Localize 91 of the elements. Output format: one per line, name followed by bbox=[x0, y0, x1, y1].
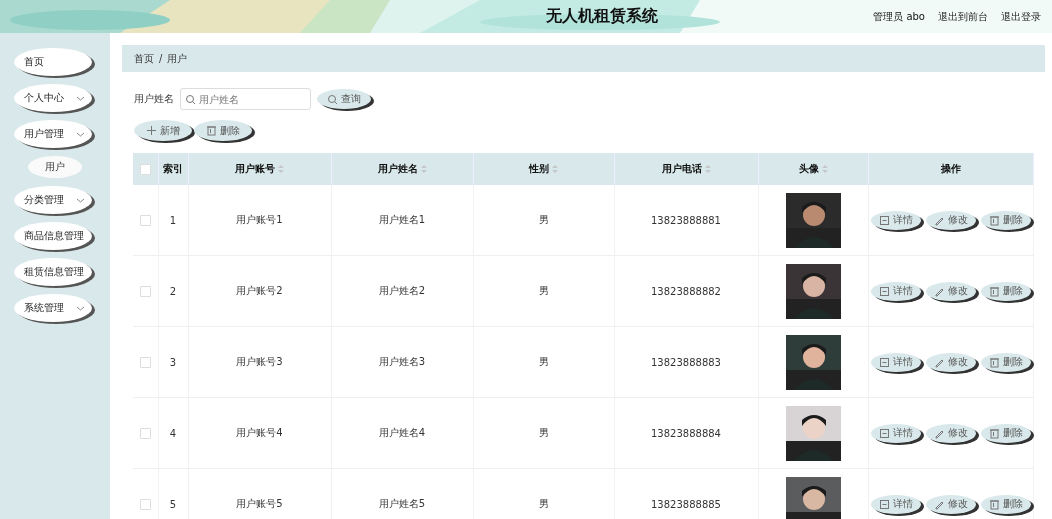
table-cell: 男 bbox=[538, 356, 549, 367]
table-cell: 13823888882 bbox=[651, 285, 721, 297]
sort-icon[interactable] bbox=[278, 165, 284, 173]
menu-item[interactable]: 商品信息管理 bbox=[14, 222, 92, 250]
search-button[interactable]: 查询 bbox=[317, 89, 371, 109]
table-cell: 3 bbox=[169, 356, 177, 368]
sort-icon[interactable] bbox=[420, 165, 427, 173]
select-all-checkbox[interactable] bbox=[139, 163, 151, 175]
breadcrumb-separator: / bbox=[159, 53, 163, 64]
table-cell: 4 bbox=[169, 427, 177, 439]
search-icon bbox=[327, 93, 338, 105]
header-link[interactable]: 退出到前台 bbox=[938, 9, 988, 24]
row-checkbox[interactable] bbox=[139, 285, 151, 297]
search-field[interactable]: 用户姓名 bbox=[180, 88, 311, 110]
delete-button[interactable]: 删除 bbox=[980, 281, 1031, 301]
menu-item[interactable]: 租赁信息管理 bbox=[14, 258, 92, 286]
menu-item[interactable]: 用户管理 bbox=[14, 120, 92, 148]
table-cell: 用户姓名4 bbox=[378, 427, 426, 438]
detail-button[interactable]: 详情 bbox=[870, 494, 921, 514]
column-header[interactable]: 头像 bbox=[798, 163, 819, 174]
column-header[interactable]: 用户姓名 bbox=[377, 163, 418, 174]
edit-button[interactable]: 修改 bbox=[925, 281, 976, 301]
table-cell: 用户账号5 bbox=[236, 498, 283, 509]
document-icon bbox=[878, 285, 890, 297]
table-cell: 13823888884 bbox=[651, 427, 721, 439]
table-cell: 用户姓名1 bbox=[378, 214, 426, 225]
sort-icon[interactable] bbox=[704, 165, 711, 173]
document-icon bbox=[878, 214, 890, 226]
table-cell: 用户账号3 bbox=[236, 356, 283, 367]
column-header[interactable]: 性别 bbox=[529, 163, 549, 174]
delete-button[interactable]: 删除 bbox=[980, 423, 1031, 443]
delete-button[interactable]: 删除 bbox=[980, 494, 1031, 514]
trash-icon bbox=[988, 356, 1000, 368]
delete-button[interactable]: 删除 bbox=[980, 352, 1031, 372]
table-cell: 5 bbox=[169, 498, 177, 510]
add-button[interactable]: 新增 bbox=[134, 120, 192, 141]
table-cell: 13823888881 bbox=[651, 214, 721, 226]
row-checkbox[interactable] bbox=[139, 427, 151, 439]
column-header: 索引 bbox=[163, 163, 183, 174]
menu-item[interactable]: 分类管理 bbox=[14, 186, 92, 214]
table-cell: 男 bbox=[538, 498, 549, 509]
menu-item[interactable]: 个人中心 bbox=[14, 84, 92, 112]
table-cell: 用户账号2 bbox=[236, 285, 283, 296]
plus-icon bbox=[146, 125, 157, 136]
detail-button[interactable]: 详情 bbox=[870, 423, 921, 443]
column-header: 操作 bbox=[940, 163, 961, 174]
detail-button[interactable]: 详情 bbox=[870, 281, 921, 301]
table-cell: 13823888883 bbox=[651, 356, 721, 368]
document-icon bbox=[878, 427, 890, 439]
table-cell: 用户姓名5 bbox=[378, 498, 426, 509]
table-cell: 用户账号4 bbox=[236, 427, 283, 438]
header-link[interactable]: 退出登录 bbox=[1001, 9, 1041, 24]
breadcrumb-item[interactable]: 用户 bbox=[167, 51, 188, 66]
row-checkbox[interactable] bbox=[139, 356, 151, 368]
document-icon bbox=[878, 356, 890, 368]
column-header[interactable]: 用户电话 bbox=[661, 163, 702, 174]
table-cell: 13823888885 bbox=[651, 498, 721, 510]
sort-icon[interactable] bbox=[552, 165, 558, 173]
column-header[interactable]: 用户账号 bbox=[235, 163, 275, 174]
table-cell: 男 bbox=[538, 427, 549, 438]
table-cell: 男 bbox=[538, 285, 549, 296]
table-cell: 用户姓名3 bbox=[378, 356, 426, 367]
edit-button[interactable]: 修改 bbox=[925, 494, 976, 514]
row-checkbox[interactable] bbox=[139, 498, 151, 510]
table-cell: 1 bbox=[169, 214, 177, 226]
detail-button[interactable]: 详情 bbox=[870, 352, 921, 372]
breadcrumb-item[interactable]: 首页 bbox=[134, 51, 154, 66]
detail-button[interactable]: 详情 bbox=[870, 210, 921, 230]
edit-button[interactable]: 修改 bbox=[925, 210, 976, 230]
delete-button[interactable]: 删除 bbox=[980, 210, 1031, 230]
table-cell: 男 bbox=[538, 214, 549, 225]
menu-item[interactable]: 首页 bbox=[14, 48, 92, 76]
table-cell: 用户账号1 bbox=[236, 214, 283, 225]
row-checkbox[interactable] bbox=[139, 214, 151, 226]
menu-item[interactable]: 系统管理 bbox=[14, 294, 92, 322]
table-cell: 2 bbox=[169, 285, 177, 297]
submenu-item[interactable]: 用户 bbox=[28, 156, 82, 178]
edit-button[interactable]: 修改 bbox=[925, 352, 976, 372]
trash-icon bbox=[988, 285, 1000, 297]
delete-button[interactable]: 删除 bbox=[194, 120, 252, 141]
document-icon bbox=[878, 498, 890, 510]
edit-button[interactable]: 修改 bbox=[925, 423, 976, 443]
trash-icon bbox=[988, 498, 1000, 510]
trash-icon bbox=[206, 125, 217, 136]
table-cell: 用户姓名2 bbox=[378, 285, 426, 296]
sort-icon[interactable] bbox=[821, 165, 828, 173]
field-label: 用户姓名 bbox=[134, 92, 174, 106]
trash-icon bbox=[988, 427, 1000, 439]
trash-icon bbox=[988, 214, 1000, 226]
admin-label: 管理员 abo bbox=[873, 9, 925, 24]
app-title: 无人机租赁系统 bbox=[544, 6, 659, 27]
